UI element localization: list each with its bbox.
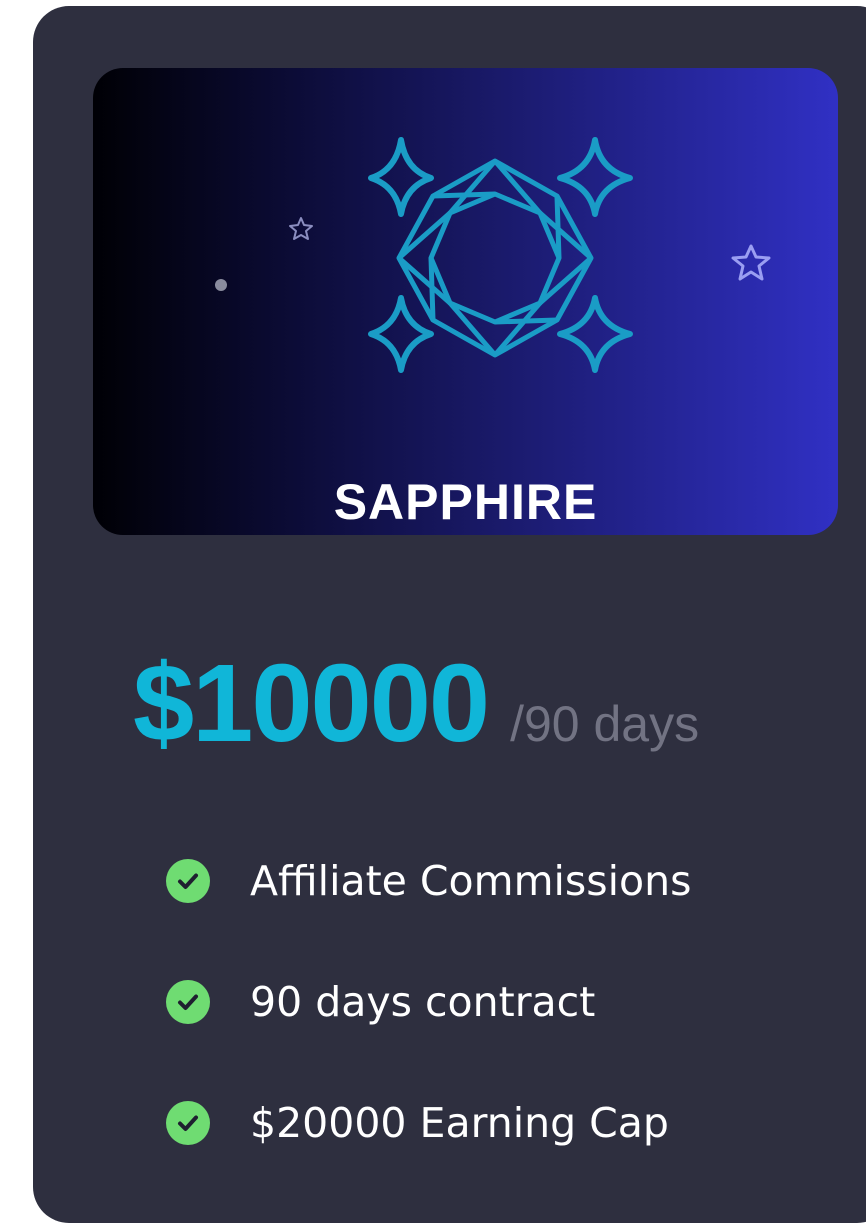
check-circle-icon — [166, 859, 210, 903]
plan-name: SAPPHIRE — [333, 474, 598, 530]
plan-price: $10000 — [133, 642, 490, 765]
banner-artwork — [215, 137, 771, 373]
sparkle-icon — [557, 295, 633, 373]
feature-item: $20000 Earning Cap — [166, 1092, 691, 1154]
dot-icon — [215, 279, 227, 291]
plan-banner: SAPPHIRE — [93, 68, 838, 535]
feature-item: Affiliate Commissions — [166, 850, 691, 912]
star-outline-icon — [289, 217, 313, 240]
sparkle-icon — [368, 137, 434, 217]
feature-label: 90 days contract — [250, 978, 596, 1026]
sparkle-icon — [557, 137, 633, 217]
check-circle-icon — [166, 980, 210, 1024]
feature-label: Affiliate Commissions — [250, 857, 692, 905]
price-row: $10000 /90 days — [133, 640, 699, 767]
feature-label: $20000 Earning Cap — [250, 1099, 669, 1147]
check-circle-icon — [166, 1101, 210, 1145]
plan-period: /90 days — [510, 696, 700, 752]
feature-list: Affiliate Commissions 90 days contract $… — [166, 850, 691, 1213]
feature-item: 90 days contract — [166, 971, 691, 1033]
sapphire-gem-icon — [396, 158, 594, 358]
sparkle-icon — [368, 295, 434, 373]
star-outline-icon — [731, 244, 771, 281]
